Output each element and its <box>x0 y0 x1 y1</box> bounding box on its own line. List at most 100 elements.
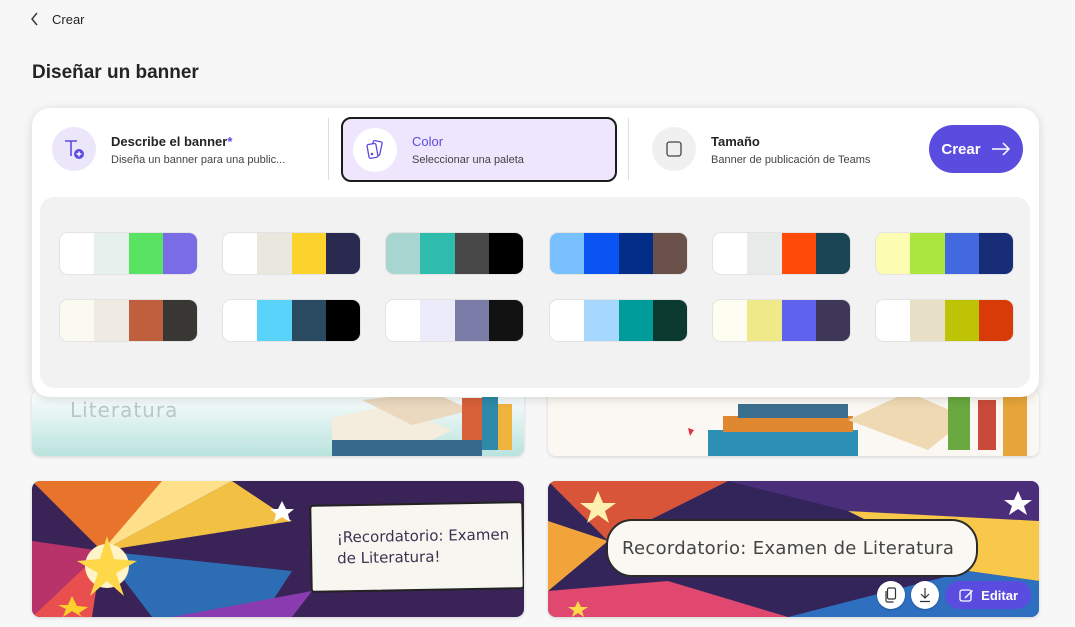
download-icon <box>920 588 931 603</box>
step-divider <box>328 118 329 180</box>
palette-option-10[interactable] <box>549 299 688 342</box>
palette-swatch <box>128 233 163 274</box>
banner-thumbnail-1[interactable]: Literatura <box>32 390 524 456</box>
chevron-left-icon <box>31 12 38 26</box>
create-button-label: Crear <box>941 140 981 158</box>
palette-grid <box>40 197 1030 388</box>
palette-swatch <box>291 300 326 341</box>
palette-swatch <box>584 300 619 341</box>
palette-swatch <box>325 300 360 341</box>
step-color-icon-wrap <box>353 127 397 172</box>
banner-thumbnail-2[interactable] <box>548 390 1039 456</box>
palette-option-8[interactable] <box>222 299 361 342</box>
text-add-icon <box>65 140 84 159</box>
palette-swatch <box>618 233 653 274</box>
palette-swatch <box>944 233 979 274</box>
palette-swatch <box>325 233 360 274</box>
banner-4-speech-bubble: Recordatorio: Examen de Literatura <box>606 519 978 577</box>
palette-option-3[interactable] <box>385 232 524 275</box>
palette-swatch <box>128 300 163 341</box>
edit-label: Editar <box>981 587 1018 603</box>
banner-1-text: Literatura <box>70 398 179 422</box>
banner-4-text: Recordatorio: Examen de Literatura <box>622 537 955 559</box>
palette-swatch <box>781 233 816 274</box>
palette-option-12[interactable] <box>875 299 1014 342</box>
step-color[interactable]: Color Seleccionar una paleta <box>341 117 617 182</box>
palette-swatch <box>978 233 1013 274</box>
palette-swatch <box>815 300 850 341</box>
palette-option-5[interactable] <box>712 232 851 275</box>
palette-swatch <box>420 300 455 341</box>
palette-swatch <box>454 300 489 341</box>
palette-swatch <box>944 300 979 341</box>
page-title: Diseñar un banner <box>32 62 199 83</box>
copy-icon <box>885 587 897 603</box>
palette-swatch <box>815 233 850 274</box>
palette-option-6[interactable] <box>875 232 1014 275</box>
banner-4-actions: Editar <box>877 581 1031 609</box>
step-divider <box>628 118 629 180</box>
palette-swatch <box>60 233 95 274</box>
step-color-title: Color <box>412 134 444 149</box>
required-mark: * <box>227 133 233 149</box>
palette-swatch <box>652 233 687 274</box>
step-describe-subtitle: Diseña un banner para una public... <box>111 153 286 166</box>
palette-swatch <box>652 300 687 341</box>
step-size-icon-wrap <box>652 127 696 171</box>
palette-swatch <box>223 233 258 274</box>
banner-2-art <box>548 390 1039 456</box>
step-size-subtitle: Banner de publicación de Teams <box>711 153 871 166</box>
step-size[interactable]: Tamaño Banner de publicación de Teams <box>652 118 912 180</box>
palette-swatch <box>747 233 782 274</box>
palette-swatch <box>584 233 619 274</box>
palette-swatch <box>94 233 129 274</box>
palette-swatch <box>223 300 258 341</box>
back-button[interactable]: Crear <box>30 10 85 28</box>
step-describe-icon-wrap <box>52 127 96 171</box>
palette-swatch <box>162 233 197 274</box>
banner-thumbnail-4[interactable]: Recordatorio: Examen de Literatura Edita… <box>548 481 1039 617</box>
palette-swatch <box>910 233 945 274</box>
step-describe-title: Describe el banner* <box>111 133 233 149</box>
copy-button[interactable] <box>877 581 906 609</box>
palette-card-icon <box>366 139 383 159</box>
download-button[interactable] <box>911 581 940 609</box>
step-size-title: Tamaño <box>711 133 760 149</box>
palette-swatch <box>618 300 653 341</box>
palette-swatch <box>420 233 455 274</box>
banner-3-text: ¡Recordatorio: Examen de Literatura! <box>336 525 510 568</box>
palette-swatch <box>162 300 197 341</box>
palette-swatch <box>257 233 292 274</box>
back-label: Crear <box>52 11 85 27</box>
palette-swatch <box>291 233 326 274</box>
palette-swatch <box>876 233 911 274</box>
step-describe[interactable]: Describe el banner* Diseña un banner par… <box>52 118 322 180</box>
palette-option-2[interactable] <box>222 232 361 275</box>
palette-swatch <box>713 233 748 274</box>
palette-swatch <box>781 300 816 341</box>
palette-swatch <box>747 300 782 341</box>
palette-swatch <box>876 300 911 341</box>
create-button[interactable]: Crear <box>929 125 1023 173</box>
edit-icon <box>959 588 974 602</box>
banner-thumbnail-3[interactable]: ¡Recordatorio: Examen de Literatura! <box>32 481 524 617</box>
palette-option-4[interactable] <box>549 232 688 275</box>
palette-swatch <box>550 233 585 274</box>
palette-swatch <box>550 300 585 341</box>
palette-swatch <box>257 300 292 341</box>
design-card: Describe el banner* Diseña un banner par… <box>32 108 1039 397</box>
arrow-right-icon <box>991 142 1010 156</box>
palette-option-1[interactable] <box>59 232 198 275</box>
palette-swatch <box>978 300 1013 341</box>
palette-option-9[interactable] <box>385 299 524 342</box>
palette-option-11[interactable] <box>712 299 851 342</box>
palette-swatch <box>386 233 421 274</box>
palette-swatch <box>910 300 945 341</box>
palette-swatch <box>386 300 421 341</box>
palette-swatch <box>454 233 489 274</box>
palette-option-7[interactable] <box>59 299 198 342</box>
palette-swatch <box>488 233 523 274</box>
palette-swatch <box>488 300 523 341</box>
edit-button[interactable]: Editar <box>945 581 1031 609</box>
step-color-subtitle: Seleccionar una paleta <box>412 154 524 166</box>
